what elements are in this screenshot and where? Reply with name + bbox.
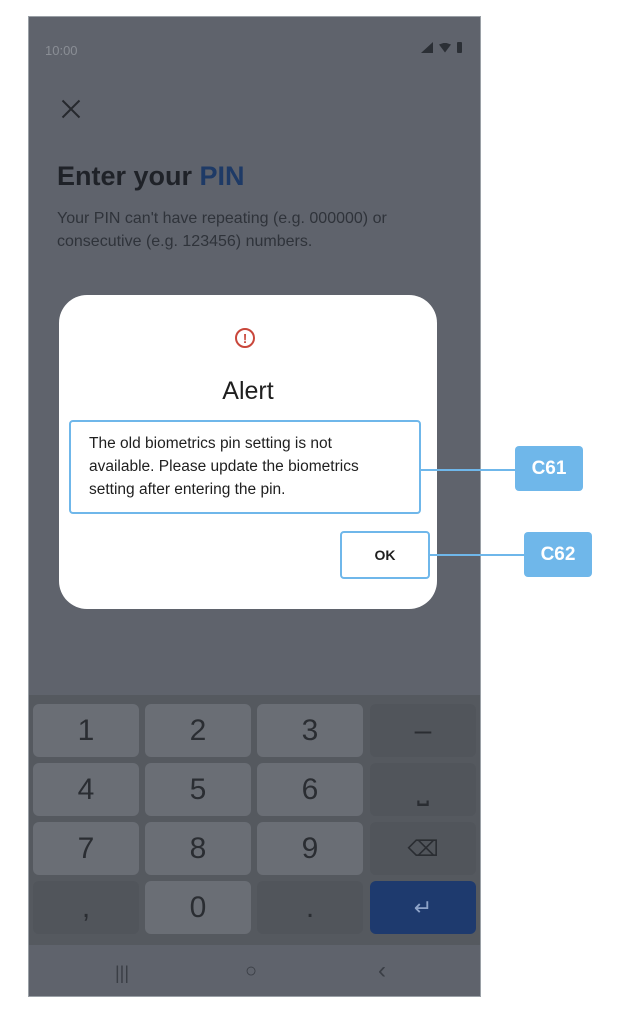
status-bar: 10:00 xyxy=(29,17,480,83)
page-title-prefix: Enter your xyxy=(57,161,193,191)
key-comma[interactable]: , xyxy=(33,881,139,934)
key-9[interactable]: 9 xyxy=(257,822,363,875)
key-6[interactable]: 6 xyxy=(257,763,363,816)
dialog-message: The old biometrics pin setting is not av… xyxy=(69,420,421,514)
dialog-title: Alert xyxy=(222,377,274,405)
numeric-keyboard: 1 2 3 – 4 5 6 ⎵ 7 8 9 ⌫ , 0 . ↵ xyxy=(29,695,480,945)
callout-line-c62 xyxy=(430,554,525,556)
key-0[interactable]: 0 xyxy=(145,881,251,934)
callout-line-c61 xyxy=(421,469,516,471)
page-title-highlight: PIN xyxy=(199,161,245,191)
key-4[interactable]: 4 xyxy=(33,763,139,816)
battery-icon xyxy=(457,42,462,53)
pin-description: Your PIN can't have repeating (e.g. 0000… xyxy=(57,210,387,250)
key-7[interactable]: 7 xyxy=(33,822,139,875)
key-1[interactable]: 1 xyxy=(33,704,139,757)
callout-tag-c61: C61 xyxy=(515,446,583,491)
callout-tag-c62: C62 xyxy=(524,532,592,577)
alert-dialog: ! Alert The old biometrics pin setting i… xyxy=(59,295,437,609)
wifi-icon xyxy=(439,42,451,53)
signal-icon xyxy=(421,42,433,53)
home-icon[interactable]: ○ xyxy=(245,960,257,983)
key-space[interactable]: ⎵ xyxy=(370,763,476,816)
key-backspace[interactable]: ⌫ xyxy=(370,822,476,875)
status-icons xyxy=(421,42,462,53)
key-2[interactable]: 2 xyxy=(145,704,251,757)
nav-bar: ||| ○ ‹ xyxy=(29,945,480,996)
key-period[interactable]: . xyxy=(257,881,363,934)
key-enter[interactable]: ↵ xyxy=(370,881,476,934)
key-5[interactable]: 5 xyxy=(145,763,251,816)
ok-button[interactable]: OK xyxy=(340,531,430,579)
alert-icon: ! xyxy=(235,328,255,348)
key-8[interactable]: 8 xyxy=(145,822,251,875)
back-icon[interactable]: ‹ xyxy=(378,957,386,985)
page-title: Enter your PIN xyxy=(57,161,245,192)
key-3[interactable]: 3 xyxy=(257,704,363,757)
key-minus[interactable]: – xyxy=(370,704,476,757)
close-icon[interactable] xyxy=(59,97,83,121)
recent-apps-icon[interactable]: ||| xyxy=(115,963,129,984)
status-time: 10:00 xyxy=(45,43,78,58)
